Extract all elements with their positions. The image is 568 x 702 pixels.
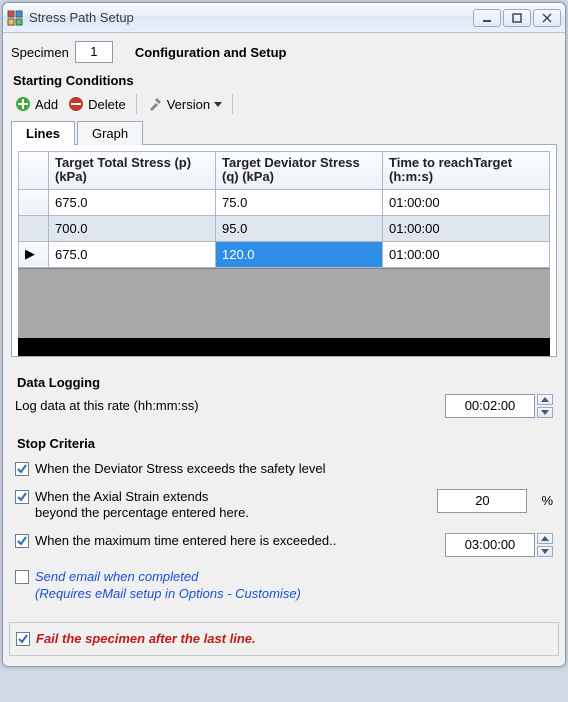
tools-icon	[147, 96, 163, 112]
maximize-button[interactable]	[503, 9, 531, 27]
col-header-p[interactable]: Target Total Stress (p) (kPa)	[49, 152, 216, 190]
specimen-number-input[interactable]: 1	[75, 41, 113, 63]
cell-p[interactable]: 675.0	[49, 241, 216, 267]
app-icon	[7, 10, 23, 26]
cell-t[interactable]: 01:00:00	[383, 215, 550, 241]
log-rate-label: Log data at this rate (hh:mm:ss)	[15, 398, 445, 413]
label-max-time: When the maximum time entered here is ex…	[35, 533, 439, 549]
checkbox-send-email[interactable]	[15, 570, 29, 584]
version-label: Version	[167, 97, 210, 112]
grid-corner	[19, 152, 49, 190]
row-selector[interactable]	[19, 215, 49, 241]
label-fail-after-last: Fail the specimen after the last line.	[36, 631, 552, 647]
cell-q-selected[interactable]: 120.0	[216, 241, 383, 267]
label-axial-strain: When the Axial Strain extends beyond the…	[35, 489, 431, 522]
grid-empty-area	[18, 268, 550, 338]
starting-conditions-toolbar: Add Delete Version	[11, 92, 557, 120]
table-row[interactable]: 675.0 75.0 01:00:00	[19, 189, 550, 215]
delete-button[interactable]: Delete	[68, 96, 126, 112]
tab-lines[interactable]: Lines	[11, 121, 75, 145]
stop-criteria-heading: Stop Criteria	[15, 432, 553, 455]
toolbar-separator	[232, 94, 233, 114]
row-selector[interactable]	[19, 189, 49, 215]
window-title: Stress Path Setup	[29, 10, 473, 25]
checkbox-fail-after-last[interactable]	[16, 632, 30, 646]
checkbox-max-time[interactable]	[15, 534, 29, 548]
plus-icon	[15, 96, 31, 112]
checkbox-deviator-safety[interactable]	[15, 462, 29, 476]
cell-t[interactable]: 01:00:00	[383, 189, 550, 215]
data-logging-heading: Data Logging	[15, 371, 553, 394]
max-time-input[interactable]: 03:00:00	[445, 533, 535, 557]
chevron-down-icon	[214, 100, 222, 108]
axial-strain-percent-input[interactable]: 20	[437, 489, 527, 513]
cell-q[interactable]: 95.0	[216, 215, 383, 241]
max-time-down[interactable]	[537, 546, 553, 557]
tab-graph[interactable]: Graph	[77, 121, 143, 145]
table-row[interactable]: ▶ 675.0 120.0 01:00:00	[19, 241, 550, 267]
percent-unit: %	[535, 493, 553, 508]
starting-conditions-heading: Starting Conditions	[11, 69, 557, 92]
add-button[interactable]: Add	[15, 96, 58, 112]
cell-q[interactable]: 75.0	[216, 189, 383, 215]
cell-p[interactable]: 700.0	[49, 215, 216, 241]
checkbox-axial-strain[interactable]	[15, 490, 29, 504]
col-header-t[interactable]: Time to reachTarget (h:m:s)	[383, 152, 550, 190]
stress-path-grid: Target Total Stress (p) (kPa) Target Dev…	[11, 144, 557, 357]
minimize-button[interactable]	[473, 9, 501, 27]
label-send-email: Send email when completed (Requires eMai…	[35, 569, 553, 602]
label-deviator-safety: When the Deviator Stress exceeds the saf…	[35, 461, 553, 477]
configuration-heading: Configuration and Setup	[135, 45, 287, 60]
cell-p[interactable]: 675.0	[49, 189, 216, 215]
toolbar-separator	[136, 94, 137, 114]
specimen-label: Specimen	[11, 45, 69, 60]
close-button[interactable]	[533, 9, 561, 27]
cell-t[interactable]: 01:00:00	[383, 241, 550, 267]
log-rate-down[interactable]	[537, 407, 553, 418]
max-time-up[interactable]	[537, 533, 553, 544]
grid-bottom-bar	[18, 338, 550, 356]
delete-icon	[68, 96, 84, 112]
stress-path-setup-window: Stress Path Setup Specimen 1 Configurati…	[2, 2, 566, 667]
version-dropdown[interactable]: Version	[147, 96, 222, 112]
delete-label: Delete	[88, 97, 126, 112]
log-rate-up[interactable]	[537, 394, 553, 405]
table-row[interactable]: 700.0 95.0 01:00:00	[19, 215, 550, 241]
col-header-q[interactable]: Target Deviator Stress (q) (kPa)	[216, 152, 383, 190]
titlebar: Stress Path Setup	[3, 3, 565, 33]
log-rate-input[interactable]: 00:02:00	[445, 394, 535, 418]
row-selector-current[interactable]: ▶	[19, 241, 49, 267]
add-label: Add	[35, 97, 58, 112]
